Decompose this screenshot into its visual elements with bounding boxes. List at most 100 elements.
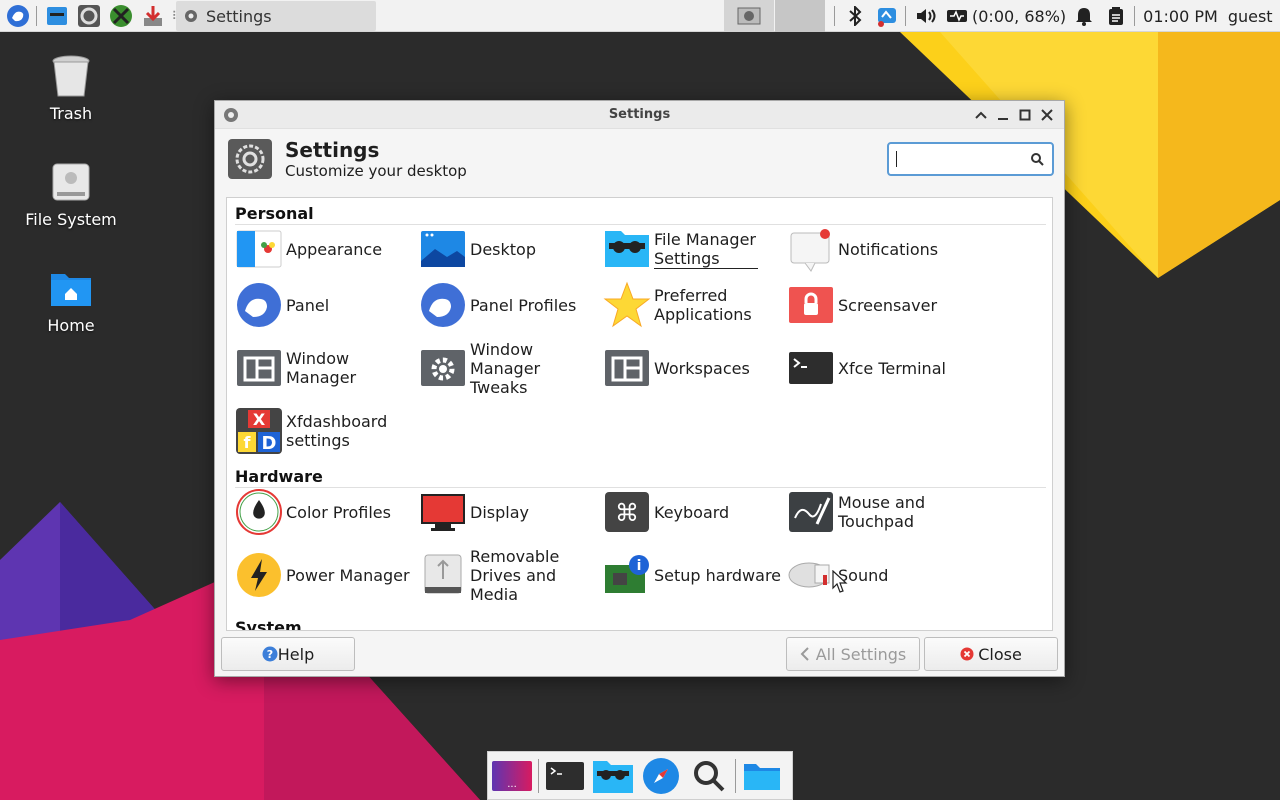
settings-item-preferred-applications[interactable]: Preferred Applications [603, 277, 787, 333]
terminal-launcher[interactable] [541, 753, 589, 799]
settings-item-sound[interactable]: Sound [787, 547, 971, 603]
search-input[interactable] [887, 142, 1054, 176]
svg-text:i: i [637, 558, 642, 574]
window-title: Settings [608, 107, 671, 122]
settings-item-workspaces[interactable]: Workspaces [603, 340, 787, 396]
trash-icon [52, 55, 90, 97]
desktop-icon [421, 231, 465, 267]
settings-item-label: Appearance [286, 239, 383, 259]
close-window-button[interactable] [1036, 105, 1058, 125]
settings-item-appearance[interactable]: Appearance [235, 221, 419, 277]
color-profiles-icon [236, 489, 282, 535]
star-icon [603, 281, 651, 328]
settings-icon [228, 139, 272, 179]
settings-item-xfdashboard[interactable]: XfD Xfdashboard settings [235, 403, 419, 459]
hard-drive-icon [52, 163, 90, 201]
chevron-left-icon [800, 647, 809, 661]
file-manager-launcher-icon[interactable] [43, 2, 71, 30]
settings-item-label: Xfdashboard settings [286, 412, 388, 450]
svg-text:?: ? [267, 648, 273, 661]
battery-icon[interactable] [944, 2, 972, 30]
power-icon [237, 553, 281, 597]
settings-item-window-manager-tweaks[interactable]: Window Manager Tweaks [419, 340, 603, 397]
settings-item-keyboard[interactable]: ⌘ Keyboard [603, 484, 787, 540]
settings-icon [737, 7, 761, 25]
settings-list: Personal Appearance Desktop File Manager… [226, 197, 1053, 631]
network-icon[interactable] [873, 2, 901, 30]
settings-item-xfce-terminal[interactable]: Xfce Terminal [787, 340, 971, 396]
workspace-1[interactable] [724, 0, 774, 32]
settings-item-label: Screensaver [838, 295, 938, 315]
settings-item-desktop[interactable]: Desktop [419, 221, 603, 277]
workspace-2[interactable] [775, 0, 825, 32]
desktop-icon-label: Home [47, 316, 95, 335]
desktop-icon-file-system[interactable]: File System [6, 158, 136, 229]
settings-item-label: Notifications [838, 239, 939, 259]
settings-item-file-manager[interactable]: File Manager Settings [603, 221, 787, 277]
text-caret [896, 151, 897, 167]
settings-item-label: Keyboard [654, 502, 730, 522]
bluetooth-icon[interactable] [841, 2, 869, 30]
panel-profiles-icon [421, 283, 465, 327]
volume-icon[interactable] [912, 2, 940, 30]
close-button[interactable]: Close [924, 637, 1058, 671]
settings-item-screensaver[interactable]: Screensaver [787, 277, 971, 333]
xfdashboard-icon: Xf D [236, 408, 282, 454]
settings-item-mouse-touchpad[interactable]: Mouse and Touchpad [787, 484, 971, 540]
dock-separator [735, 758, 736, 793]
battery-status-text[interactable]: (0:00, 68%) [972, 7, 1066, 26]
xfce-menu-icon[interactable] [4, 2, 32, 30]
workspace-switcher-button[interactable]: ... [488, 753, 536, 799]
all-settings-button[interactable]: All Settings [786, 637, 920, 671]
taskbar-window-settings[interactable]: Settings [176, 1, 376, 31]
shade-button[interactable] [970, 105, 992, 125]
settings-item-display[interactable]: Display [419, 484, 603, 540]
settings-item-label: Panel [286, 295, 330, 315]
panel-separator [905, 6, 906, 26]
bottom-dock: ... [487, 751, 793, 800]
settings-item-label: Xfce Terminal [838, 358, 946, 378]
help-button[interactable]: ? Help [221, 637, 355, 671]
xapp-launcher-icon[interactable] [107, 2, 135, 30]
settings-item-panel[interactable]: Panel [235, 277, 419, 333]
panel-icon [237, 283, 281, 327]
clock[interactable]: 01:00 PM [1143, 7, 1218, 26]
file-manager-launcher[interactable] [589, 753, 637, 799]
download-launcher-icon[interactable] [139, 2, 167, 30]
settings-item-label: Mouse and Touchpad [838, 493, 926, 531]
notifications-bell-icon[interactable] [1070, 2, 1098, 30]
settings-item-label: Window Manager [286, 349, 357, 387]
folder-launcher[interactable] [738, 753, 786, 799]
system-tray: (0:00, 68%) 01:00 PM guest [830, 0, 1273, 32]
user-name[interactable]: guest [1228, 7, 1273, 26]
clipboard-icon[interactable] [1102, 2, 1130, 30]
page-title: Settings [285, 138, 380, 162]
desktop-icon-label: File System [25, 210, 117, 229]
settings-item-removable-drives[interactable]: Removable Drives and Media [419, 547, 603, 604]
settings-item-panel-profiles[interactable]: Panel Profiles [419, 277, 603, 333]
settings-item-label: Color Profiles [286, 502, 391, 522]
settings-item-power-manager[interactable]: Power Manager [235, 547, 419, 603]
window-titlebar[interactable]: Settings [215, 101, 1064, 129]
settings-item-window-manager[interactable]: Window Manager [235, 340, 419, 396]
gear-icon [421, 350, 465, 386]
top-panel: ⠿ Settings (0:00, 68%) 01:00 PM gues [0, 0, 1280, 32]
desktop-icon-trash[interactable]: Trash [6, 52, 136, 123]
app-finder-launcher[interactable] [685, 753, 733, 799]
maximize-button[interactable] [1014, 105, 1036, 125]
page-subtitle: Customize your desktop [285, 162, 467, 180]
settings-icon [185, 10, 197, 22]
notifications-icon [790, 229, 830, 272]
settings-item-label: Desktop [470, 239, 536, 259]
settings-item-label: Workspaces [654, 358, 750, 378]
display-icon [421, 494, 465, 531]
workspace-switcher-icon: ... [492, 760, 532, 791]
settings-launcher-icon[interactable] [75, 2, 103, 30]
minimize-button[interactable] [992, 105, 1014, 125]
settings-item-setup-hardware[interactable]: i Setup hardware [603, 547, 787, 603]
settings-item-color-profiles[interactable]: Color Profiles [235, 484, 419, 540]
web-browser-launcher[interactable] [637, 753, 685, 799]
settings-item-notifications[interactable]: Notifications [787, 221, 971, 277]
web-browser-icon [643, 757, 679, 794]
desktop-icon-home[interactable]: Home [6, 264, 136, 335]
